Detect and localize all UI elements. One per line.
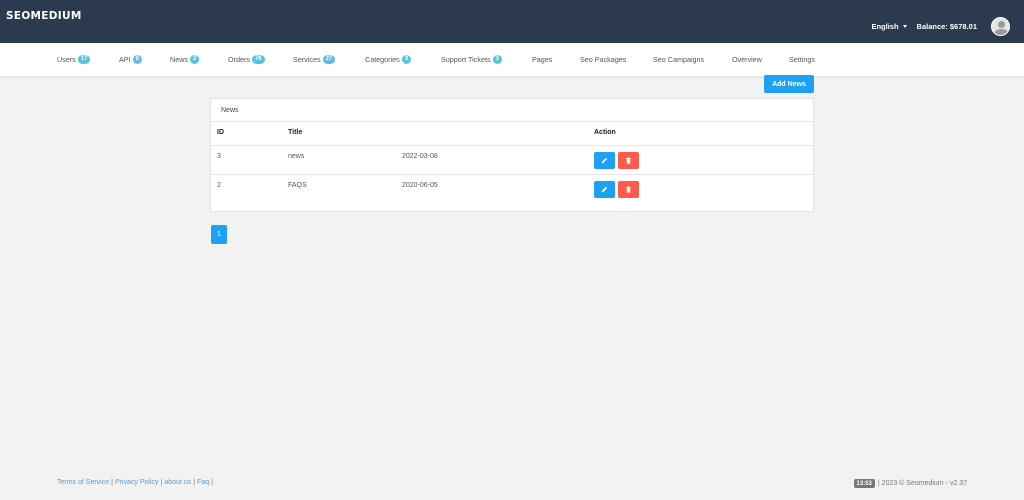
footer-info: 13:53 | 2023 © Seomedium - v2.37 — [853, 479, 967, 488]
nav-badge: 76 — [251, 55, 265, 64]
nav-item-seo-packages[interactable]: Seo Packages — [580, 55, 626, 64]
trash-icon — [626, 186, 631, 193]
row-id: 3 — [217, 153, 221, 160]
nav-label: Support Tickets — [441, 55, 491, 64]
brand-logo[interactable]: SEOMEDIUM — [6, 10, 82, 22]
language-dropdown[interactable]: English — [871, 21, 907, 31]
delete-button[interactable] — [618, 152, 639, 169]
table-row: 2 FAQS 2020-06-05 — [211, 175, 813, 204]
column-id: ID — [217, 129, 224, 136]
footer-links: Terms of Service | Privacy Policy | abou… — [57, 479, 213, 486]
column-action: Action — [594, 129, 616, 136]
main-nav: Users 17 API 0 News 2 Orders 76 Services… — [0, 43, 1024, 77]
delete-button[interactable] — [618, 181, 639, 198]
time-badge: 13:53 — [853, 479, 875, 488]
row-title: news — [288, 153, 305, 160]
row-id: 2 — [217, 182, 221, 189]
row-title: FAQS — [288, 182, 307, 189]
balance-label: Balance: $678.01 — [916, 21, 977, 31]
nav-badge: 17 — [77, 55, 91, 64]
nav-label: Orders — [228, 55, 250, 64]
nav-label: Overview — [732, 55, 762, 64]
footer-link-privacy[interactable]: Privacy Policy — [115, 479, 159, 486]
nav-label: Settings — [789, 55, 815, 64]
nav-label: Categories — [365, 55, 400, 64]
nav-label: Pages — [532, 55, 553, 64]
nav-item-services[interactable]: Services 27 — [293, 55, 336, 64]
edit-button[interactable] — [594, 181, 615, 198]
nav-item-overview[interactable]: Overview — [732, 55, 762, 64]
add-news-button[interactable]: Add News — [764, 75, 814, 93]
nav-label: Users — [57, 55, 76, 64]
footer-link-terms[interactable]: Terms of Service — [57, 479, 109, 486]
pencil-icon — [601, 186, 608, 193]
nav-item-news[interactable]: News 2 — [170, 55, 200, 64]
nav-item-orders[interactable]: Orders 76 — [228, 55, 265, 64]
news-panel: News ID Title Action 3 news 2022-03-08 2… — [210, 98, 814, 212]
top-bar: SEOMEDIUM English Balance: $678.01 — [0, 0, 1024, 43]
nav-badge: 2 — [189, 55, 200, 64]
nav-label: Seo Packages — [580, 55, 627, 64]
language-label: English — [871, 21, 899, 31]
row-date: 2020-06-05 — [402, 182, 438, 189]
trash-icon — [626, 157, 631, 164]
nav-badge: 0 — [132, 55, 142, 64]
user-avatar-icon[interactable] — [991, 16, 1010, 36]
nav-item-api[interactable]: API 0 — [119, 55, 142, 64]
nav-badge: 3 — [492, 55, 502, 64]
nav-label: Seo Campaigns — [653, 55, 705, 64]
nav-label: Services — [293, 55, 321, 64]
nav-badge: 3 — [401, 55, 412, 64]
nav-item-seo-campaigns[interactable]: Seo Campaigns — [653, 55, 704, 64]
column-title: Title — [288, 129, 303, 136]
pencil-icon — [601, 157, 608, 164]
footer-link-about[interactable]: about us — [164, 479, 191, 486]
nav-item-users[interactable]: Users 17 — [57, 55, 91, 64]
nav-item-categories[interactable]: Categories 3 — [365, 55, 412, 64]
table-row: 3 news 2022-03-08 — [211, 146, 813, 175]
panel-title: News — [211, 99, 813, 122]
nav-item-support-tickets[interactable]: Support Tickets 3 — [441, 55, 502, 64]
top-right-menu: English Balance: $678.01 — [871, 16, 1010, 36]
caret-down-icon — [902, 24, 907, 28]
pagination-page-1[interactable]: 1 — [211, 225, 227, 244]
nav-item-settings[interactable]: Settings — [789, 55, 815, 64]
nav-label: News — [170, 55, 188, 64]
nav-label: API — [119, 55, 131, 64]
table-header: ID Title Action — [211, 122, 813, 146]
footer-link-faq[interactable]: Faq — [197, 479, 209, 486]
edit-button[interactable] — [594, 152, 615, 169]
copyright-text: | 2023 © Seomedium - v2.37 — [877, 480, 967, 487]
nav-badge: 27 — [322, 55, 336, 64]
nav-item-pages[interactable]: Pages — [532, 55, 552, 64]
row-date: 2022-03-08 — [402, 153, 438, 160]
